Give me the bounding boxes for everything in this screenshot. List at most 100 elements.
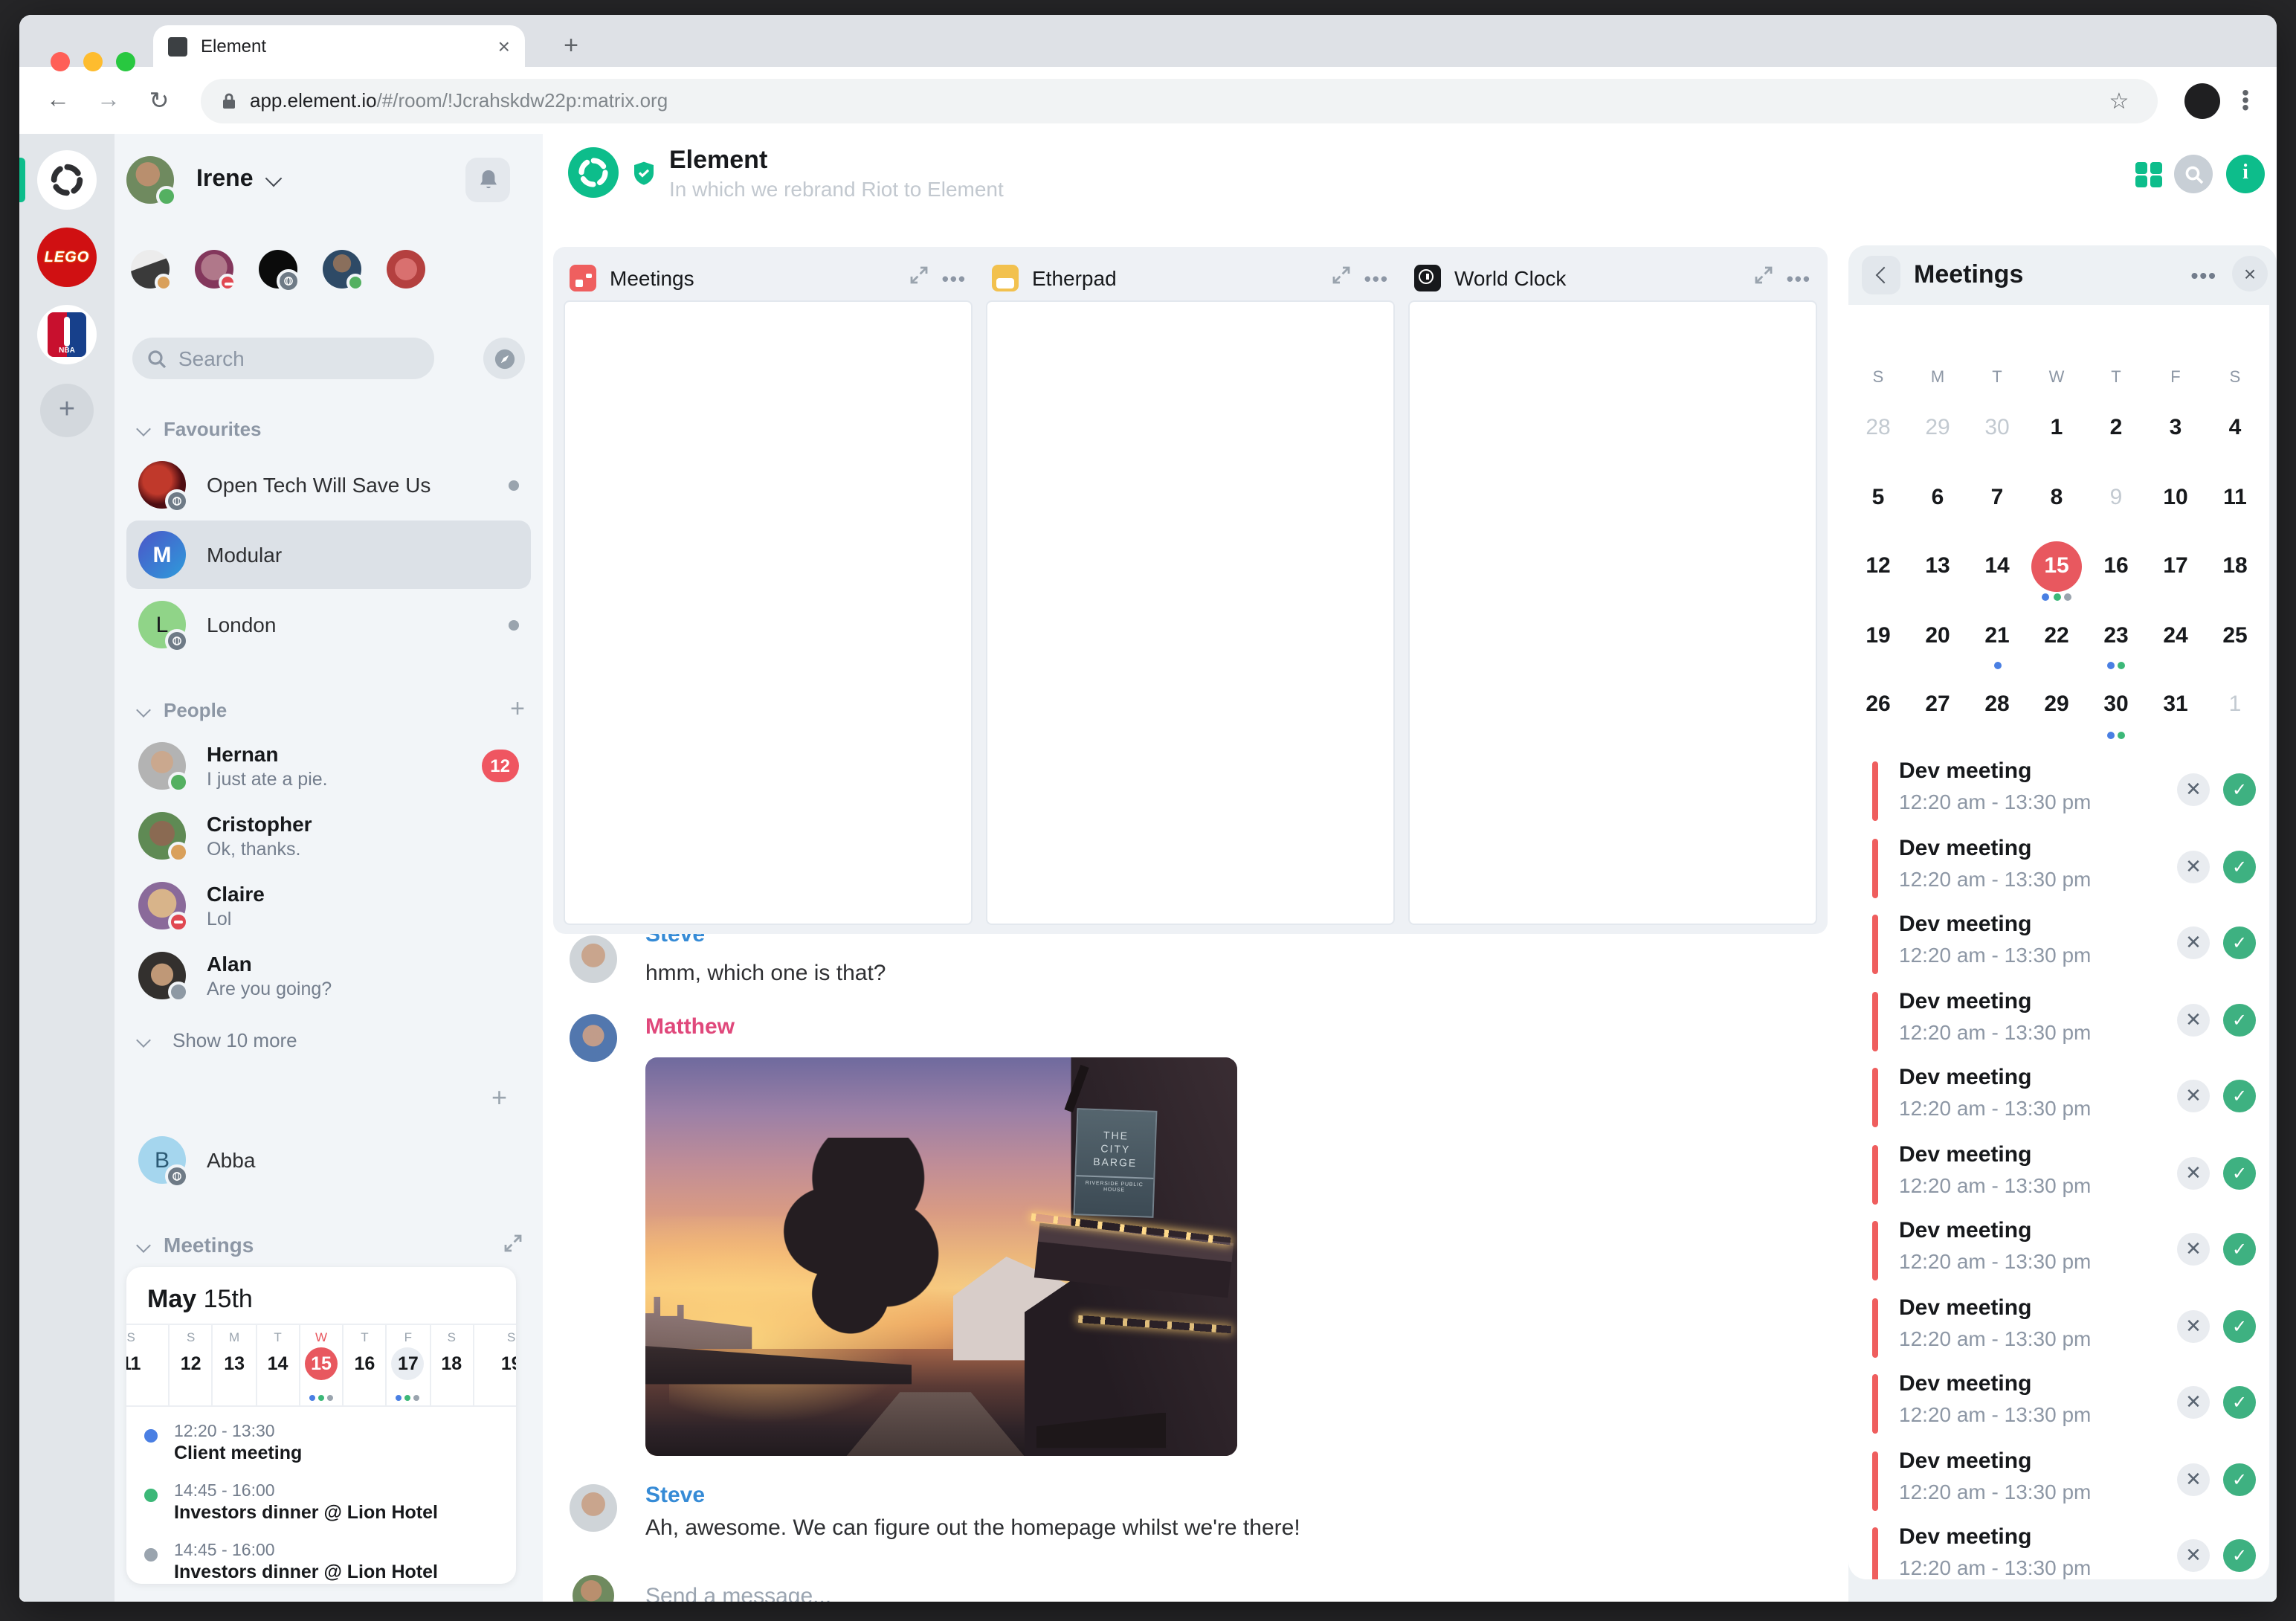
recent-room-avatar[interactable] [259,250,300,293]
accept-meeting-button[interactable]: ✓ [2223,850,2256,883]
calendar-day-cell[interactable]: 14 [1967,532,2027,602]
meeting-item[interactable]: Dev meeting 12:20 am - 13:30 pm ✕ ✓ [1848,757,2269,834]
calendar-day-cell[interactable]: 24 [2146,602,2205,671]
mini-calendar-day[interactable]: S 19 [474,1325,516,1405]
calendar-day-cell[interactable]: 13 [1908,532,1967,602]
browser-menu-icon[interactable]: • • • [2232,82,2259,117]
direct-room-row[interactable]: B Abba [126,1126,531,1194]
dismiss-meeting-button[interactable]: ✕ [2177,850,2210,883]
browser-profile-avatar[interactable] [2184,83,2220,118]
calendar-day-cell[interactable]: 2 [2086,394,2146,463]
meeting-item[interactable]: Dev meeting 12:20 am - 13:30 pm ✕ ✓ [1848,1063,2269,1140]
meeting-item[interactable]: Dev meeting 12:20 am - 13:30 pm ✕ ✓ [1848,1216,2269,1293]
close-icon[interactable]: × [2232,256,2268,291]
accept-meeting-button[interactable]: ✓ [2223,1080,2256,1112]
mini-calendar-day[interactable]: T 14 [257,1325,300,1405]
widget-header[interactable]: Etherpad ••• [986,256,1395,300]
add-room-button[interactable]: + [491,1083,507,1114]
calendar-day-cell[interactable]: 16 [2086,532,2146,602]
calendar-day-cell[interactable]: 4 [2205,394,2265,463]
sender-avatar[interactable] [570,935,617,983]
expand-icon[interactable] [1333,265,1351,291]
add-person-button[interactable]: + [510,695,525,724]
dismiss-meeting-button[interactable]: ✕ [2177,1539,2210,1572]
widget-body[interactable] [1408,300,1817,925]
calendar-day-cell[interactable]: 21 [1967,602,2027,671]
widgets-grid-icon[interactable] [2135,161,2161,187]
favourites-section-header[interactable]: Favourites [136,415,525,442]
meeting-item[interactable]: Dev meeting 12:20 am - 13:30 pm ✕ ✓ [1848,1370,2269,1446]
mini-calendar-day[interactable]: T 16 [344,1325,387,1405]
community-item[interactable]: LEGO [37,228,97,287]
accept-meeting-button[interactable]: ✓ [2223,773,2256,806]
calendar-day-cell[interactable]: 11 [2205,463,2265,532]
mini-event[interactable]: 14:45 - 16:00 Investors dinner @ Lion Ho… [126,1538,516,1584]
recent-room-avatar[interactable] [195,250,236,291]
recent-room-avatar[interactable] [131,250,172,291]
dismiss-meeting-button[interactable]: ✕ [2177,1003,2210,1036]
calendar-day-cell[interactable]: 27 [1908,671,1967,740]
sender-name[interactable]: Steve [645,1483,705,1508]
people-section-header[interactable]: People + [136,695,525,724]
show-more-button[interactable]: Show 10 more [136,1029,297,1051]
recent-room-avatar[interactable] [323,250,364,291]
photo-city-barge[interactable]: THE CITY BARGE RIVERSIDE PUBLIC HOUSE [645,1057,1237,1456]
meeting-item[interactable]: Dev meeting 12:20 am - 13:30 pm ✕ ✓ [1848,1523,2269,1579]
calendar-day-cell[interactable]: 23 [2086,602,2146,671]
person-row[interactable]: Cristopher Ok, thanks. [126,802,531,870]
meeting-item[interactable]: Dev meeting 12:20 am - 13:30 pm ✕ ✓ [1848,910,2269,987]
calendar-day-cell[interactable]: 25 [2205,602,2265,671]
mini-calendar-day[interactable]: F 17 [387,1325,431,1405]
room-topic[interactable]: In which we rebrand Riot to Element [669,177,1004,201]
widget-menu-icon[interactable]: ••• [942,267,967,289]
room-row[interactable]: Open Tech Will Save Us [126,451,531,519]
sender-avatar[interactable] [570,1484,617,1532]
calendar-day-cell[interactable]: 12 [1848,532,1908,602]
room-title[interactable]: Element [669,146,767,175]
accept-meeting-button[interactable]: ✓ [2223,1003,2256,1036]
panel-menu-icon[interactable]: ••• [2191,263,2217,287]
back-icon[interactable]: ← [37,80,79,121]
meeting-item[interactable]: Dev meeting 12:20 am - 13:30 pm ✕ ✓ [1848,1140,2269,1216]
dismiss-meeting-button[interactable]: ✕ [2177,1386,2210,1419]
calendar-day-cell[interactable]: 8 [2027,463,2086,532]
calendar-day-cell[interactable]: 28 [1848,394,1908,463]
new-tab-button[interactable]: + [552,27,590,65]
mini-calendar-day[interactable]: M 13 [213,1325,257,1405]
calendar-day-cell[interactable]: 10 [2146,463,2205,532]
calendar-day-cell[interactable]: 31 [2146,671,2205,740]
dismiss-meeting-button[interactable]: ✕ [2177,1233,2210,1266]
widget-menu-icon[interactable]: ••• [1787,267,1811,289]
community-item[interactable]: NBA [37,305,97,364]
dismiss-meeting-button[interactable]: ✕ [2177,1309,2210,1342]
expand-icon[interactable] [911,265,929,291]
calendar-day-cell[interactable]: 15 [2027,532,2086,602]
mini-calendar-day[interactable]: S 11 [126,1325,170,1405]
calendar-day-cell[interactable]: 5 [1848,463,1908,532]
calendar-day-cell[interactable]: 17 [2146,532,2205,602]
calendar-day-cell[interactable]: 9 [2086,463,2146,532]
room-avatar[interactable] [568,147,619,198]
dismiss-meeting-button[interactable]: ✕ [2177,773,2210,806]
window-minimize-button[interactable] [83,52,103,71]
recent-room-avatar[interactable] [387,250,425,289]
bookmark-star-icon[interactable]: ☆ [2101,87,2137,114]
reload-icon[interactable]: ↻ [138,80,180,121]
calendar-day-cell[interactable]: 3 [2146,394,2205,463]
room-search-icon[interactable] [2174,155,2213,193]
calendar-day-cell[interactable]: 28 [1967,671,2027,740]
explore-button[interactable] [483,338,525,379]
add-community-button[interactable]: + [40,384,94,437]
sender-name[interactable]: Matthew [645,1015,735,1040]
widget-menu-icon[interactable]: ••• [1364,267,1389,289]
accept-meeting-button[interactable]: ✓ [2223,1309,2256,1342]
window-zoom-button[interactable] [116,52,135,71]
dismiss-meeting-button[interactable]: ✕ [2177,1156,2210,1189]
mini-calendar-day[interactable]: W 15 [300,1325,344,1405]
calendar-day-cell[interactable]: 19 [1848,602,1908,671]
back-button[interactable] [1862,256,1900,294]
message-composer[interactable]: Send a message... [645,1584,831,1602]
accept-meeting-button[interactable]: ✓ [2223,1463,2256,1495]
calendar-day-cell[interactable]: 30 [2086,671,2146,740]
calendar-day-cell[interactable]: 7 [1967,463,2027,532]
